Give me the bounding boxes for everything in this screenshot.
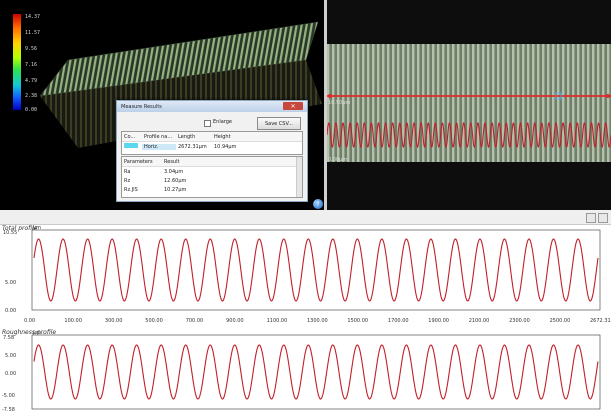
total-profile-chart[interactable]: μm 10.55 5.00 0.00 0.00 100.00 300.00 500.0… [0, 222, 611, 326]
2d-image-panel[interactable]: 10.50μm 0.00μm [327, 0, 611, 210]
profile-name-cell: Horiz. [142, 143, 176, 150]
y-tick-label: 10.55 [3, 230, 17, 236]
x-tick-label: 1700.00 [388, 318, 409, 324]
x-tick-label: 900.00 [226, 318, 244, 324]
profile-color-cell [122, 143, 142, 150]
y-tick-label: 5.00 [5, 353, 16, 359]
enlarge-label: Enlarge [213, 119, 232, 125]
column-header: Height [214, 133, 231, 140]
table-row[interactable]: Rz.JIS 10.27μm [122, 185, 302, 194]
x-tick-label: 2500.00 [550, 318, 571, 324]
save-csv-button[interactable]: Save CSV... [257, 117, 301, 130]
roughness-profile-chart[interactable]: μm 7.58 5.00 0.00 -5.00 -7.58 [0, 327, 611, 414]
column-header: Co... [124, 133, 136, 140]
bottom-height-label: 0.00μm [328, 157, 348, 163]
column-header: Result [164, 158, 180, 165]
x-tick-label: 1500.00 [347, 318, 368, 324]
column-header: Length [178, 133, 196, 140]
color-swatch [124, 143, 138, 148]
close-button[interactable]: ✕ [283, 102, 303, 110]
x-tick-label: 500.00 [145, 318, 163, 324]
x-axis-ticks: 0.00 100.00 300.00 500.00 700.00 900.00 1100.0… [24, 318, 611, 324]
table-header-row: Co... Profile na... Length Height [122, 132, 302, 142]
enlarge-checkbox[interactable] [204, 120, 211, 127]
y-tick-label: 7.58 [3, 335, 14, 341]
param-value: 3.04μm [164, 168, 184, 175]
param-name: Ra [124, 168, 131, 175]
table-row[interactable]: Ra 3.04μm [122, 167, 302, 176]
column-header: Parameters [124, 158, 153, 165]
param-value: 12.60μm [164, 177, 187, 184]
top-height-label: 10.50μm [328, 100, 351, 106]
x-tick-label: 1300.00 [307, 318, 328, 324]
x-tick-label: 2672.31 [590, 318, 611, 324]
scrollbar[interactable] [296, 157, 302, 197]
x-tick-label: 2100.00 [469, 318, 490, 324]
measure-results-dialog[interactable]: Measure Results ✕ Enlarge Save CSV... Co… [116, 100, 308, 202]
surface-image [327, 44, 611, 162]
param-name: Rz.JIS [124, 186, 138, 193]
table-header-row: Parameters Result [122, 157, 302, 167]
profile-length-cell: 2672.31μm [178, 143, 207, 150]
x-tick-label: 2300.00 [509, 318, 530, 324]
param-name: Rz [124, 177, 131, 184]
profile-height-cell: 10.94μm [214, 143, 237, 150]
dialog-titlebar[interactable]: Measure Results [117, 101, 307, 112]
y-tick-label: -7.58 [2, 407, 15, 413]
table-row[interactable]: Rz 12.60μm [122, 176, 302, 185]
y-tick-label: 0.00 [5, 308, 16, 314]
help-glyph: ? [316, 200, 320, 208]
3d-view-panel[interactable]: 14.37 11.57 9.56 7.16 4.79 2.38 0.00 Mea… [0, 0, 324, 210]
table-row[interactable]: Horiz. 2672.31μm 10.94μm [122, 142, 302, 151]
param-value: 10.27μm [164, 186, 187, 193]
y-tick-label: -5.00 [2, 393, 15, 399]
x-tick-label: 300.00 [105, 318, 123, 324]
y-tick-label: 0.00 [5, 371, 16, 377]
y-tick-label: 5.00 [5, 280, 16, 286]
parameters-table: Parameters Result Ra 3.04μm Rz 12.60μm R… [121, 156, 303, 198]
x-tick-label: 0.00 [24, 318, 35, 324]
profile-table: Co... Profile na... Length Height Horiz.… [121, 131, 303, 155]
x-tick-label: 1900.00 [428, 318, 449, 324]
help-icon[interactable]: ? [313, 199, 323, 209]
dialog-title: Measure Results [121, 103, 162, 110]
x-tick-label: 100.00 [64, 318, 82, 324]
column-header: Profile na... [144, 133, 173, 140]
x-tick-label: 1100.00 [267, 318, 288, 324]
x-tick-label: 700.00 [186, 318, 204, 324]
dialog-toolbar: Enlarge Save CSV... [117, 116, 307, 130]
close-icon: ✕ [290, 102, 296, 110]
